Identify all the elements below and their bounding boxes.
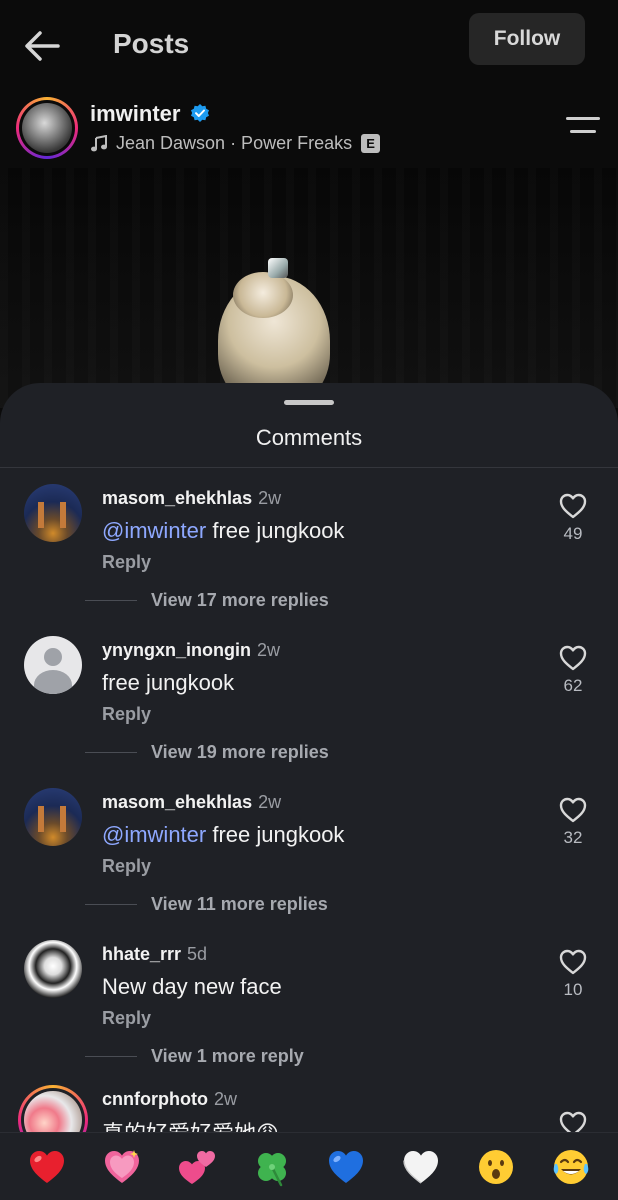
audio-track[interactable]: Jean Dawson · Power Freaks E [90, 133, 381, 154]
reply-button[interactable]: Reply [102, 856, 151, 877]
audio-track-label: Jean Dawson · Power Freaks [116, 133, 353, 153]
back-arrow-icon[interactable] [22, 28, 66, 64]
comment-header: ynyngxn_inongin 2w [102, 640, 280, 661]
default-avatar-icon[interactable] [24, 636, 82, 694]
like-heart-icon[interactable] [558, 948, 588, 976]
comment-text: New day new face [102, 974, 282, 999]
surprised-face-icon[interactable] [472, 1143, 520, 1191]
reply-button[interactable]: Reply [102, 1008, 151, 1029]
view-more-replies[interactable]: View 17 more replies [85, 588, 329, 612]
author-avatar[interactable] [16, 97, 78, 159]
comment-mention[interactable]: @imwinter [102, 822, 206, 847]
music-note-icon [91, 134, 107, 151]
comment-time: 2w [257, 640, 281, 660]
tears-of-joy-icon[interactable] [547, 1143, 595, 1191]
comment-item: masom_ehekhlas 2w @imwinter free jungkook… [0, 772, 618, 924]
like-count: 62 [563, 676, 583, 695]
white-heart-icon[interactable] [397, 1143, 445, 1191]
comment-username[interactable]: cnnforphoto [102, 1089, 208, 1109]
comment-item: ynyngxn_inongin 2w free jungkook Reply 62… [0, 620, 618, 772]
video-frame-hairclip [268, 258, 288, 278]
reply-button[interactable]: Reply [102, 704, 151, 725]
page-title: Posts [113, 28, 190, 59]
video-player[interactable] [0, 168, 618, 408]
commenter-avatar[interactable] [24, 788, 82, 846]
two-hearts-icon[interactable] [173, 1143, 221, 1191]
comment-username[interactable]: ynyngxn_inongin [102, 640, 251, 660]
red-heart-icon[interactable] [23, 1143, 71, 1191]
comment-item: hhate_rrr 5d New day new face Reply 10 Vi… [0, 924, 618, 1076]
video-frame-detail [233, 272, 293, 318]
like-count: 10 [563, 980, 583, 999]
comment-header: cnnforphoto 2w [102, 1089, 237, 1110]
instagram-reels-screen: Posts Follow imwinter Jean Dawson · Powe… [0, 0, 618, 1200]
comment-text: @imwinter free jungkook [102, 518, 345, 543]
view-more-replies[interactable]: View 19 more replies [85, 740, 329, 764]
commenter-avatar[interactable] [24, 484, 82, 542]
comment-time: 2w [213, 1089, 237, 1109]
comment-username[interactable]: masom_ehekhlas [102, 488, 252, 508]
like-heart-icon[interactable] [558, 796, 588, 824]
comment-time: 2w [258, 488, 282, 508]
like-heart-icon[interactable] [558, 492, 588, 520]
comment-username[interactable]: hhate_rrr [102, 944, 181, 964]
comment-text: @imwinter free jungkook [102, 822, 345, 847]
sheet-drag-handle[interactable] [284, 400, 334, 405]
comments-title: Comments [255, 425, 363, 450]
view-more-replies[interactable]: View 1 more reply [85, 1044, 304, 1068]
comment-item: masom_ehekhlas 2w @imwinter free jungkook… [0, 468, 618, 620]
view-more-replies[interactable]: View 11 more replies [85, 892, 328, 916]
comment-mention[interactable]: @imwinter [102, 518, 206, 543]
like-heart-icon[interactable] [558, 644, 588, 672]
menu-icon[interactable] [566, 117, 600, 137]
four-leaf-clover-icon[interactable] [248, 1143, 296, 1191]
comment-username[interactable]: masom_ehekhlas [102, 792, 252, 812]
verified-badge-icon [191, 104, 209, 122]
like-count: 32 [563, 828, 583, 847]
explicit-badge: E [361, 134, 381, 153]
top-bar: Posts Follow [0, 0, 618, 90]
blue-heart-icon[interactable] [322, 1143, 370, 1191]
follow-button[interactable]: Follow [469, 13, 585, 65]
sparkling-heart-icon[interactable] [98, 1143, 146, 1191]
comments-sheet: Comments masom_ehekhlas 2w @imwinter free… [0, 383, 618, 1200]
comment-time: 5d [187, 944, 208, 964]
reply-button[interactable]: Reply [102, 552, 151, 573]
comment-header: masom_ehekhlas 2w [102, 792, 281, 813]
comment-header: hhate_rrr 5d [102, 944, 207, 965]
comment-header: masom_ehekhlas 2w [102, 488, 281, 509]
comment-text: free jungkook [102, 670, 235, 695]
post-author-row: imwinter Jean Dawson · Power Freaks E [0, 95, 618, 165]
author-username[interactable]: imwinter [90, 101, 180, 127]
quick-emoji-bar [0, 1132, 618, 1200]
like-count: 49 [563, 524, 583, 543]
commenter-avatar[interactable] [24, 940, 82, 998]
comment-time: 2w [258, 792, 282, 812]
